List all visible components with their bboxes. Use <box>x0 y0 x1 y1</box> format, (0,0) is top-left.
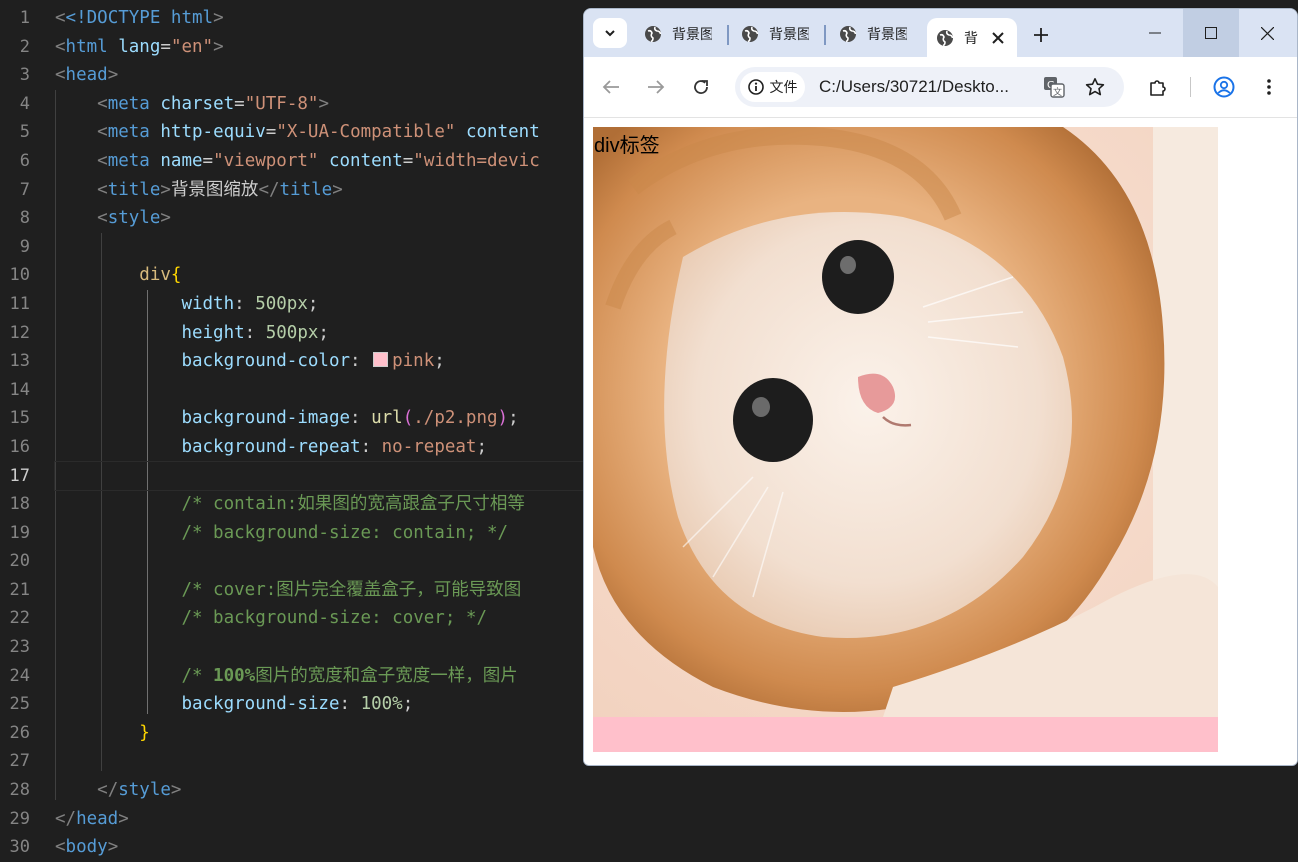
globe-icon <box>742 26 759 43</box>
more-vertical-icon <box>1267 79 1271 95</box>
line-number: 17 <box>9 465 30 486</box>
line-number: 16 <box>9 436 30 457</box>
plus-icon <box>1034 28 1048 42</box>
tab-3[interactable]: 背景图 <box>839 18 919 50</box>
forward-button[interactable] <box>643 74 669 100</box>
bookmark-button[interactable] <box>1083 75 1107 99</box>
star-icon <box>1085 78 1105 96</box>
new-tab-button[interactable] <box>1028 22 1054 48</box>
svg-text:文: 文 <box>1053 86 1062 98</box>
line-number: 2 <box>19 36 30 57</box>
line-number: 18 <box>9 494 30 515</box>
page-viewport: div标签 <box>584 118 1297 765</box>
info-icon <box>747 79 764 95</box>
color-swatch[interactable] <box>373 352 389 368</box>
line-number: 5 <box>19 122 30 143</box>
line-number: 8 <box>19 208 30 229</box>
profile-button[interactable] <box>1211 74 1237 100</box>
minimize-icon <box>1149 32 1161 34</box>
url-text[interactable]: C:/Users/30721/Deskto... <box>819 67 1039 107</box>
tab-separator <box>824 25 826 45</box>
translate-icon: G文 <box>1044 77 1065 98</box>
line-number: 24 <box>9 665 30 686</box>
maximize-icon <box>1205 27 1217 39</box>
line-number: 15 <box>9 408 30 429</box>
menu-button[interactable] <box>1256 74 1282 100</box>
maximize-button[interactable] <box>1183 9 1239 57</box>
close-window-button[interactable] <box>1239 9 1295 57</box>
globe-icon <box>840 26 857 43</box>
tab-strip: 背景图 背景图 背景图 背 <box>584 9 1297 57</box>
line-number: 29 <box>9 808 30 829</box>
line-number: 6 <box>19 150 30 171</box>
code-line-28: </style> <box>97 780 182 801</box>
toolbar-divider <box>1190 77 1191 97</box>
line-number-gutter: 1 2 3 4 5 6 7 8 9 10 11 12 13 14 15 16 17 18 19 20 21 22 23 24 2… <box>0 4 30 862</box>
code-line-29: </head> <box>55 808 129 829</box>
line-number: 7 <box>19 179 30 200</box>
tab-active[interactable]: 背 <box>927 18 1017 57</box>
line-number: 26 <box>9 722 30 743</box>
line-number: 28 <box>9 780 30 801</box>
line-number: 19 <box>9 522 30 543</box>
reload-button[interactable] <box>688 74 714 100</box>
chevron-down-icon <box>605 30 615 37</box>
code-line-30: <body> <box>55 837 119 858</box>
line-number: 4 <box>19 93 30 114</box>
line-number: 9 <box>19 236 30 257</box>
line-number: 25 <box>9 694 30 715</box>
arrow-right-icon <box>648 80 665 94</box>
minimize-button[interactable] <box>1127 9 1183 57</box>
line-number: 12 <box>9 322 30 343</box>
demo-div-box: div标签 <box>593 127 1218 752</box>
puzzle-icon <box>1150 80 1166 96</box>
tab-search-button[interactable] <box>593 18 627 48</box>
line-number: 1 <box>19 8 30 28</box>
line-number: 14 <box>9 379 30 400</box>
line-number: 22 <box>9 608 30 629</box>
browser-toolbar: 文件 C:/Users/30721/Deskto... G文 <box>584 57 1297 118</box>
globe-icon <box>937 29 954 46</box>
line-number: 27 <box>9 751 30 772</box>
translate-button[interactable]: G文 <box>1042 75 1066 99</box>
site-info-chip[interactable]: 文件 <box>740 72 805 102</box>
close-icon <box>1260 26 1274 40</box>
browser-window: 背景图 背景图 背景图 背 文件 C:/Users/30721/Deskto..… <box>583 8 1298 766</box>
line-number: 11 <box>9 293 30 314</box>
cat-background-image <box>593 127 1218 717</box>
tab-2[interactable]: 背景图 <box>741 18 821 50</box>
div-label-text: div标签 <box>594 135 660 157</box>
back-button[interactable] <box>598 74 624 100</box>
address-bar[interactable]: 文件 C:/Users/30721/Deskto... G文 <box>735 67 1124 107</box>
line-number: 10 <box>9 265 30 286</box>
close-tab-icon[interactable] <box>992 31 1004 44</box>
account-icon <box>1213 76 1235 98</box>
line-number: 20 <box>9 551 30 572</box>
tab-separator <box>727 25 729 45</box>
line-number: 13 <box>9 351 30 372</box>
globe-icon <box>645 26 662 43</box>
tab-1[interactable]: 背景图 <box>644 18 724 50</box>
line-number: 30 <box>9 837 30 858</box>
line-number: 3 <box>19 65 30 86</box>
reload-icon <box>694 80 708 94</box>
extensions-button[interactable] <box>1145 74 1171 100</box>
line-number: 21 <box>9 579 30 600</box>
line-number: 23 <box>9 637 30 658</box>
arrow-left-icon <box>602 80 619 94</box>
